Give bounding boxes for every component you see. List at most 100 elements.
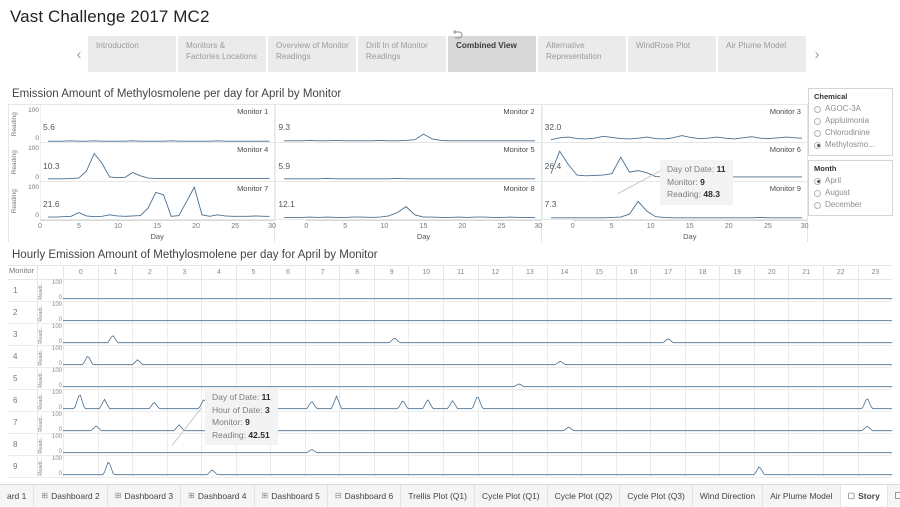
radio-icon[interactable] (814, 189, 821, 197)
hour-header[interactable]: 3 (166, 266, 202, 279)
sheet-tab-dashboard-4[interactable]: ⊞ Dashboard 4 (181, 484, 255, 507)
hour-header[interactable]: 22 (823, 266, 858, 279)
hour-header[interactable]: 18 (684, 266, 720, 279)
radio-icon[interactable] (814, 105, 821, 113)
story-tab-alternative-representation[interactable]: Alternative Representation (538, 36, 628, 72)
sheet-tab-cycle-plot-q1[interactable]: Cycle Plot (Q1) (475, 484, 548, 507)
sheet-tab-cycle-plot-q3[interactable]: Cycle Plot (Q3) (620, 484, 693, 507)
dashboard-icon: ⊞ (114, 491, 122, 500)
sheet-tab-dashboard-1[interactable]: ard 1 (0, 484, 35, 507)
sheet-tab-cycle-plot-q2[interactable]: Cycle Plot (Q2) (548, 484, 621, 507)
hour-header[interactable]: 20 (753, 266, 789, 279)
story-tab-introduction[interactable]: Introduction (88, 36, 178, 72)
daily-panel-monitor-1[interactable]: Monitor 1 5.6 (40, 105, 275, 144)
hour-header[interactable]: 0 (63, 266, 98, 279)
hour-header[interactable]: 7 (304, 266, 340, 279)
chemical-option-methylosmolene[interactable]: Methylosmo... (814, 139, 888, 151)
story-tab-drill-in-of-monitor-readings[interactable]: Drill In of Monitor Readings (358, 36, 448, 72)
month-option-august[interactable]: August (814, 187, 888, 199)
daily-panel-monitor-2[interactable]: Monitor 2 9.3 (275, 105, 541, 144)
hourly-row-monitor-3[interactable]: 3 Readi.. 100 0 (8, 324, 892, 346)
hourly-row-monitor-4[interactable]: 4 Readi.. 100 0 (8, 346, 892, 368)
hourly-plot-monitor-4[interactable] (63, 346, 892, 367)
story-next-arrow[interactable]: › (808, 36, 826, 72)
hour-header[interactable]: 2 (132, 266, 167, 279)
hour-header[interactable]: 21 (788, 266, 823, 279)
chemical-option-chlorodinine[interactable]: Chlorodinine (814, 127, 888, 139)
month-option-april[interactable]: April (814, 175, 888, 187)
story-prev-arrow[interactable]: ‹ (70, 36, 88, 72)
sheet-tab-dashboard-6[interactable]: ⊟ Dashboard 6 (328, 484, 402, 507)
radio-icon-selected[interactable] (814, 177, 821, 185)
hour-header[interactable]: 16 (615, 266, 651, 279)
hourly-plot-monitor-7[interactable] (63, 412, 892, 433)
hour-header[interactable]: 4 (201, 266, 236, 279)
hourly-row-monitor-9[interactable]: 9 Readi.. 100 0 (8, 456, 892, 478)
sheet-tab-dashboard-2[interactable]: ⊞ Dashboard 2 (34, 484, 108, 507)
hourly-plot-monitor-9[interactable] (63, 456, 892, 477)
sheet-tab-trellis-plot-q1[interactable]: Trellis Plot (Q1) (401, 484, 475, 507)
hourly-plot-monitor-6[interactable] (63, 390, 892, 411)
hour-header[interactable]: 17 (650, 266, 685, 279)
hour-header[interactable]: 10 (408, 266, 443, 279)
daily-panel-monitor-3[interactable]: Monitor 3 32.0 (541, 105, 807, 144)
revert-icon[interactable] (451, 27, 465, 39)
hour-header[interactable]: 8 (339, 266, 374, 279)
option-label: Appluimonia (825, 116, 870, 125)
hour-header[interactable]: 11 (443, 266, 478, 279)
hourly-plot-monitor-2[interactable] (63, 302, 892, 323)
radio-icon-selected[interactable] (814, 141, 821, 149)
hourly-plot-monitor-8[interactable] (63, 434, 892, 455)
hour-header[interactable]: 6 (270, 266, 305, 279)
sheet-tab-dashboard-3[interactable]: ⊞ Dashboard 3 (108, 484, 182, 507)
sheet-tab-dashboard-5[interactable]: ⊞ Dashboard 5 (255, 484, 328, 507)
hourly-plot-monitor-5[interactable] (63, 368, 892, 389)
x-tick: 20 (458, 222, 467, 230)
hourly-plot-monitor-1[interactable] (63, 280, 892, 301)
hourly-row-monitor-5[interactable]: 5 Readi.. 100 0 (8, 368, 892, 390)
daily-y-ticks: 100 0 (20, 105, 40, 143)
sheet-tab-wind-direction[interactable]: Wind Direction (693, 484, 764, 507)
hourly-row-monitor-6[interactable]: 6 Readi.. 100 0 (8, 390, 892, 412)
hourly-row-monitor-8[interactable]: 8 Readi.. 100 0 (8, 434, 892, 456)
daily-panel-monitor-8[interactable]: Monitor 8 12.1 (275, 181, 541, 220)
dashboard-icon: ⊞ (41, 491, 49, 500)
month-option-december[interactable]: December (814, 199, 888, 211)
story-tab-monitors-factories-locations[interactable]: Monitors & Factories Locations (178, 36, 268, 72)
show-filmstrip-icon[interactable] (894, 492, 900, 499)
x-tick: 25 (231, 222, 240, 230)
daily-panel-monitor-4[interactable]: Monitor 4 10.3 (40, 143, 275, 182)
story-tab-air-plume-model[interactable]: Air Plume Model (718, 36, 808, 72)
radio-icon[interactable] (814, 129, 821, 137)
hourly-monitor-label: 7 (13, 418, 18, 427)
hourly-row-monitor-7[interactable]: 7 Readi.. 100 0 (8, 412, 892, 434)
hourly-plot-monitor-3[interactable] (63, 324, 892, 345)
hour-header[interactable]: 1 (97, 266, 133, 279)
radio-icon[interactable] (814, 201, 821, 209)
story-tab-windrose-plot[interactable]: WindRose Plot (628, 36, 718, 72)
hour-header[interactable]: 13 (512, 266, 547, 279)
sheet-tab-story[interactable]: ▢ Story (840, 484, 888, 507)
story-tab-overview-of-monitor-readings[interactable]: Overview of Monitor Readings (268, 36, 358, 72)
daily-panel-monitor-7[interactable]: Monitor 7 21.6 (40, 181, 275, 220)
radio-icon[interactable] (814, 117, 821, 125)
hour-header[interactable]: 12 (477, 266, 513, 279)
daily-panel-monitor-5[interactable]: Monitor 5 5.9 (275, 143, 541, 182)
tooltip-row: Day of Date: 11 (667, 163, 726, 176)
hour-header[interactable]: 14 (546, 266, 582, 279)
chemical-option-agoc-3a[interactable]: AGOC-3A (814, 103, 888, 115)
hourly-header-row: Monitor 0 1 2 3 4 5 6 7 8 9 10 11 12 13 … (8, 266, 892, 280)
hour-header[interactable]: 5 (235, 266, 271, 279)
hourly-row-monitor-1[interactable]: 1 Readi.. 100 0 (8, 280, 892, 302)
hour-header[interactable]: 23 (857, 266, 893, 279)
hourly-series-line (63, 280, 892, 301)
y-tick-100: 100 (28, 107, 39, 114)
sheet-tab-air-plume-model[interactable]: Air Plume Model (763, 484, 841, 507)
story-tab-combined-view[interactable]: Combined View (448, 36, 538, 72)
chemical-option-appluimonia[interactable]: Appluimonia (814, 115, 888, 127)
hour-header[interactable]: 19 (719, 266, 754, 279)
sheet-label: Cycle Plot (Q1) (481, 490, 540, 501)
hour-header[interactable]: 15 (581, 266, 616, 279)
hourly-row-monitor-2[interactable]: 2 Readi.. 100 0 (8, 302, 892, 324)
hour-header[interactable]: 9 (373, 266, 409, 279)
